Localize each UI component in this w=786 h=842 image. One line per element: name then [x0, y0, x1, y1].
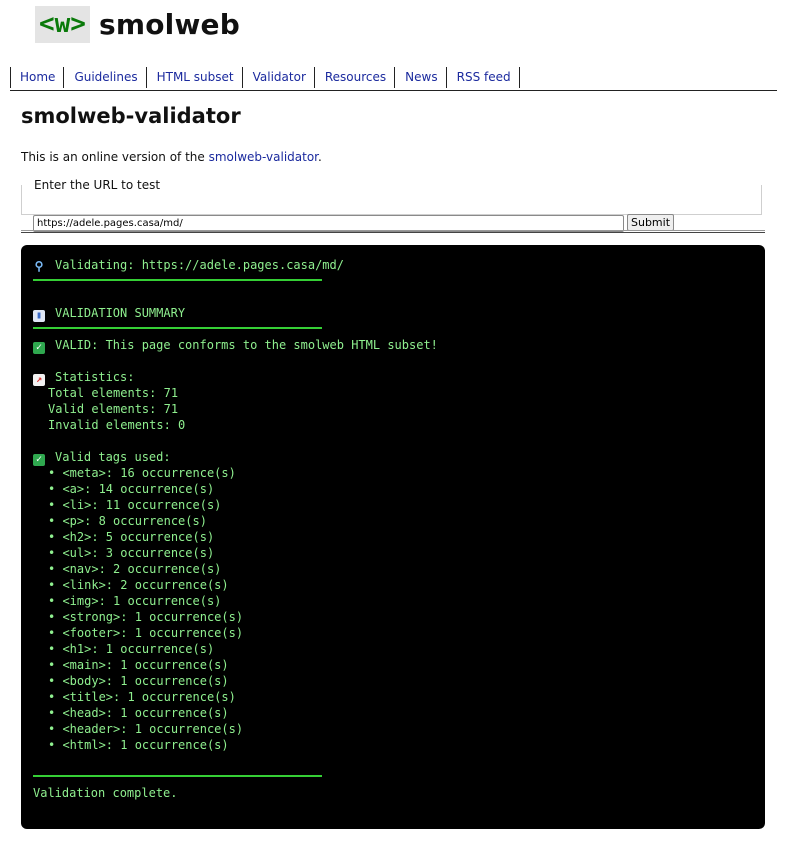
site-header: <w> smolweb [35, 6, 240, 43]
magnifier-icon: ⚲ [34, 259, 44, 273]
separator-line [33, 775, 322, 777]
tag-item: • <h1>: 1 occurrence(s) [48, 642, 215, 656]
validating-text: Validating: https://adele.pages.casa/md/ [55, 258, 344, 272]
tag-item: • <img>: 1 occurrence(s) [48, 594, 222, 608]
nav-item-home[interactable]: Home [10, 67, 65, 88]
intro-paragraph: This is an online version of the smolweb… [21, 150, 322, 164]
separator-line [33, 327, 322, 329]
tag-item: • <meta>: 16 occurrence(s) [48, 466, 236, 480]
url-form-legend: Enter the URL to test [34, 178, 161, 192]
tag-item: • <p>: 8 occurrence(s) [48, 514, 207, 528]
stats-title: Statistics: [55, 370, 135, 384]
tag-item: • <h2>: 5 occurrence(s) [48, 530, 215, 544]
tags-title-line: ✓ Valid tags used: [33, 449, 171, 466]
tags-title: Valid tags used: [55, 450, 171, 464]
tag-item: • <footer>: 1 occurrence(s) [48, 626, 244, 640]
nav-item-resources[interactable]: Resources [316, 67, 396, 88]
bar-chart-icon: ▮ [33, 310, 45, 322]
valid-line: ✓ VALID: This page conforms to the smolwe… [33, 337, 438, 354]
tag-item: • <title>: 1 occurrence(s) [48, 690, 236, 704]
validator-link[interactable]: smolweb-validator [209, 150, 318, 164]
site-logo[interactable]: <w> [35, 6, 90, 43]
tag-item: • <header>: 1 occurrence(s) [48, 722, 244, 736]
validation-output: ⚲ Validating: https://adele.pages.casa/md… [21, 245, 765, 829]
stat-total: Total elements: 71 [48, 386, 179, 400]
valid-message: VALID: This page conforms to the smolweb… [55, 338, 438, 352]
validating-line: ⚲ Validating: https://adele.pages.casa/md… [33, 257, 344, 273]
nav-item-guidelines[interactable]: Guidelines [65, 67, 147, 88]
stat-invalid: Invalid elements: 0 [48, 418, 186, 432]
tag-item: • <nav>: 2 occurrence(s) [48, 562, 222, 576]
tag-item: • <a>: 14 occurrence(s) [48, 482, 215, 496]
intro-end: . [318, 150, 322, 164]
complete-line: Validation complete. [33, 786, 178, 800]
summary-line: ▮ VALIDATION SUMMARY [33, 305, 185, 322]
tag-item: • <li>: 11 occurrence(s) [48, 498, 222, 512]
page-title: smolweb-validator [21, 104, 241, 128]
nav-item-html-subset[interactable]: HTML subset [148, 67, 243, 88]
summary-title: VALIDATION SUMMARY [55, 306, 186, 320]
trend-chart-icon: ↗ [33, 374, 45, 386]
nav-item-news[interactable]: News [396, 67, 447, 88]
divider [21, 230, 765, 233]
tag-item: • <link>: 2 occurrence(s) [48, 578, 229, 592]
tag-item: • <main>: 1 occurrence(s) [48, 658, 229, 672]
check-mark-icon: ✓ [33, 342, 45, 354]
tag-item: • <strong>: 1 occurrence(s) [48, 610, 244, 624]
nav-item-rss-feed[interactable]: RSS feed [448, 67, 520, 88]
stats-title-line: ↗ Statistics: [33, 369, 134, 386]
submit-button[interactable]: Submit [627, 214, 675, 231]
tag-item: • <ul>: 3 occurrence(s) [48, 546, 215, 560]
tag-item: • <body>: 1 occurrence(s) [48, 674, 229, 688]
tag-item: • <head>: 1 occurrence(s) [48, 706, 229, 720]
site-name[interactable]: smolweb [99, 8, 240, 41]
tag-item: • <html>: 1 occurrence(s) [48, 738, 229, 752]
url-form: Enter the URL to test Submit [21, 178, 762, 232]
nav-item-validator[interactable]: Validator [244, 67, 315, 88]
separator-line [33, 279, 322, 281]
intro-text: This is an online version of the [21, 150, 209, 164]
main-nav: Home Guidelines HTML subset Validator Re… [10, 67, 777, 91]
stat-valid: Valid elements: 71 [48, 402, 179, 416]
check-mark-icon: ✓ [33, 454, 45, 466]
